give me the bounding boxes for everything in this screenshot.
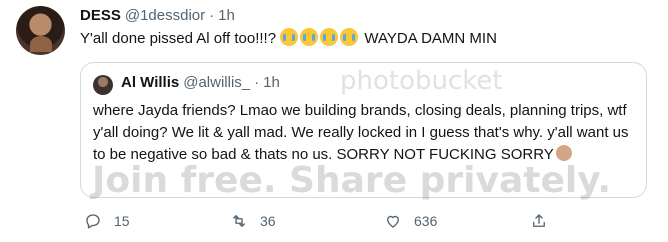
tweet-card[interactable]: DESS @1dessdior · 1h Y'all done pissed A… [0, 0, 668, 242]
retweet-count: 36 [260, 213, 276, 229]
tweet-timestamp[interactable]: 1h [218, 7, 235, 24]
tweet-text-end: WAYDA DAMN MIN [364, 30, 497, 47]
like-count: 636 [414, 213, 438, 229]
quoted-author-name: Al Willis [121, 74, 180, 91]
quoted-author-handle: @alwillis_ [183, 74, 251, 91]
quoted-text-body: where Jayda friends? Lmao we building br… [93, 102, 629, 163]
quoted-tweet-text: where Jayda friends? Lmao we building br… [93, 100, 638, 166]
author-avatar[interactable] [16, 6, 65, 55]
author-name[interactable]: DESS [80, 7, 121, 24]
loudly-crying-face-emoji [280, 28, 299, 46]
tweet-actions-bar: 15 36 636 [80, 212, 640, 232]
retweet-icon [233, 215, 245, 227]
reply-count: 15 [114, 213, 130, 229]
author-handle[interactable]: @1dessdior [125, 7, 205, 24]
quoted-author-avatar [93, 75, 113, 95]
man-shrugging-emoji [555, 145, 572, 161]
quoted-tweet[interactable]: Al Willis @alwillis_ · 1h where Jayda fr… [80, 62, 647, 198]
header-separator: · [209, 6, 215, 24]
quoted-header-separator: · [254, 74, 260, 91]
reply-button[interactable]: 15 [84, 212, 130, 230]
heart-icon [387, 215, 399, 228]
tweet-header: DESS @1dessdior · 1h [80, 5, 235, 25]
tweet-text: Y'all done pissed Al off too!!!? WAYDA D… [80, 28, 497, 49]
tweet-text-start: Y'all done pissed Al off too!!!? [80, 30, 277, 47]
reply-icon [86, 214, 100, 229]
share-button[interactable] [530, 212, 560, 230]
quoted-tweet-header: Al Willis @alwillis_ · 1h [121, 74, 280, 91]
retweet-button[interactable]: 36 [230, 212, 276, 230]
share-icon [533, 214, 545, 227]
tears-of-joy-emoji [320, 28, 339, 46]
like-button[interactable]: 636 [384, 212, 437, 230]
tears-of-joy-emoji [300, 28, 319, 46]
quoted-tweet-timestamp: 1h [263, 74, 280, 91]
loudly-crying-face-emoji [340, 28, 359, 46]
